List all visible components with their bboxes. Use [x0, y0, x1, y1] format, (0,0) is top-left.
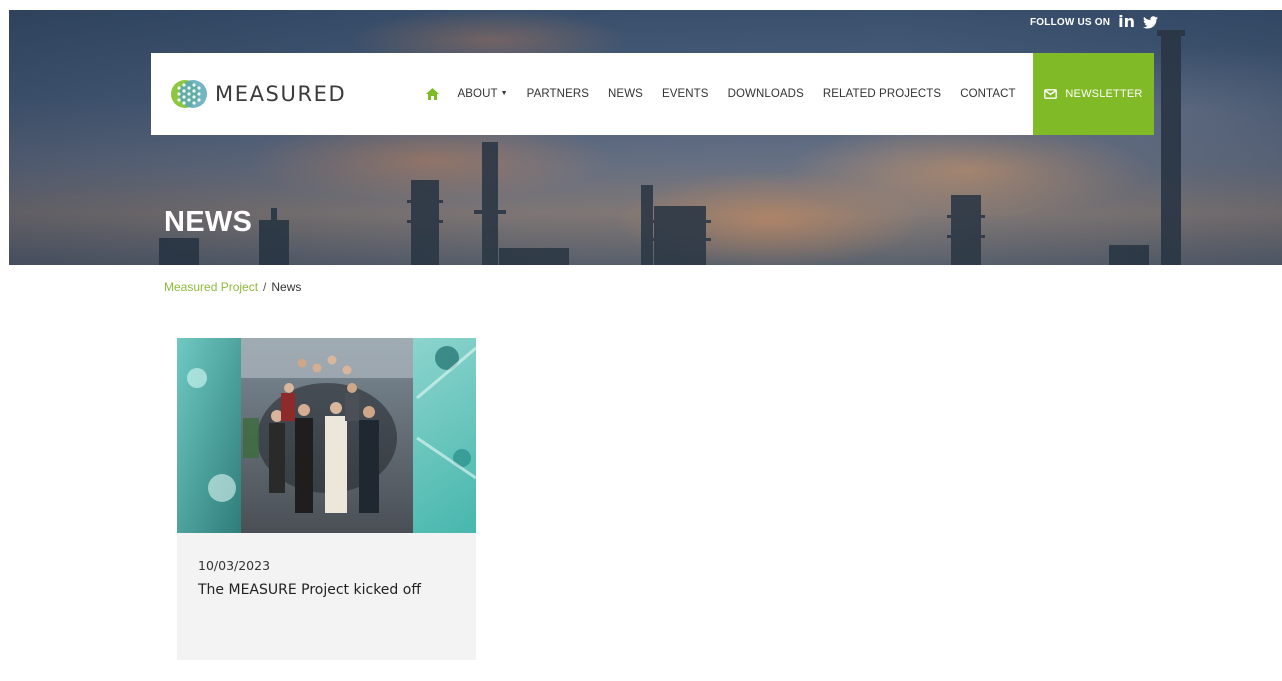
envelope-icon [1044, 89, 1058, 99]
logo-mark-icon [171, 80, 207, 108]
breadcrumb-home-link[interactable]: Measured Project [164, 280, 258, 294]
nav-events[interactable]: EVENTS [652, 88, 718, 100]
follow-us-label: FOLLOW US ON [1030, 16, 1111, 28]
nav-about-label: ABOUT [457, 88, 498, 100]
breadcrumb-separator: / [263, 280, 267, 294]
nav-contact[interactable]: CONTACT [951, 88, 1025, 100]
home-icon[interactable] [426, 88, 448, 100]
linkedin-icon[interactable]: in [1118, 14, 1135, 30]
twitter-icon[interactable] [1143, 15, 1159, 29]
nav-news[interactable]: NEWS [599, 88, 653, 100]
news-card-date: 10/03/2023 [198, 558, 271, 573]
newsletter-label: NEWSLETTER [1065, 88, 1143, 100]
newsletter-button[interactable]: NEWSLETTER [1033, 53, 1154, 135]
nav-downloads[interactable]: DOWNLOADS [718, 88, 813, 100]
nav-about[interactable]: ABOUT ▼ [448, 88, 517, 100]
caret-down-icon: ▼ [500, 90, 508, 97]
breadcrumb-current: News [271, 280, 302, 294]
breadcrumb: Measured Project / News [164, 280, 301, 294]
main-header: MEASURED ABOUT ▼ PARTNERS NEWS EVENTS DOW… [151, 53, 1154, 135]
logo-text: MEASURED [215, 82, 347, 106]
nav-partners[interactable]: PARTNERS [517, 88, 598, 100]
page-title: NEWS [164, 206, 253, 238]
main-nav: ABOUT ▼ PARTNERS NEWS EVENTS DOWNLOADS RE… [426, 53, 1057, 135]
social-links: FOLLOW US ON in [1030, 12, 1159, 32]
news-card-title[interactable]: The MEASURE Project kicked off [198, 582, 421, 598]
news-card[interactable]: 10/03/2023 The MEASURE Project kicked of… [177, 338, 476, 660]
nav-related-projects[interactable]: RELATED PROJECTS [813, 88, 950, 100]
news-card-image[interactable] [177, 338, 476, 533]
logo[interactable]: MEASURED [171, 75, 346, 113]
